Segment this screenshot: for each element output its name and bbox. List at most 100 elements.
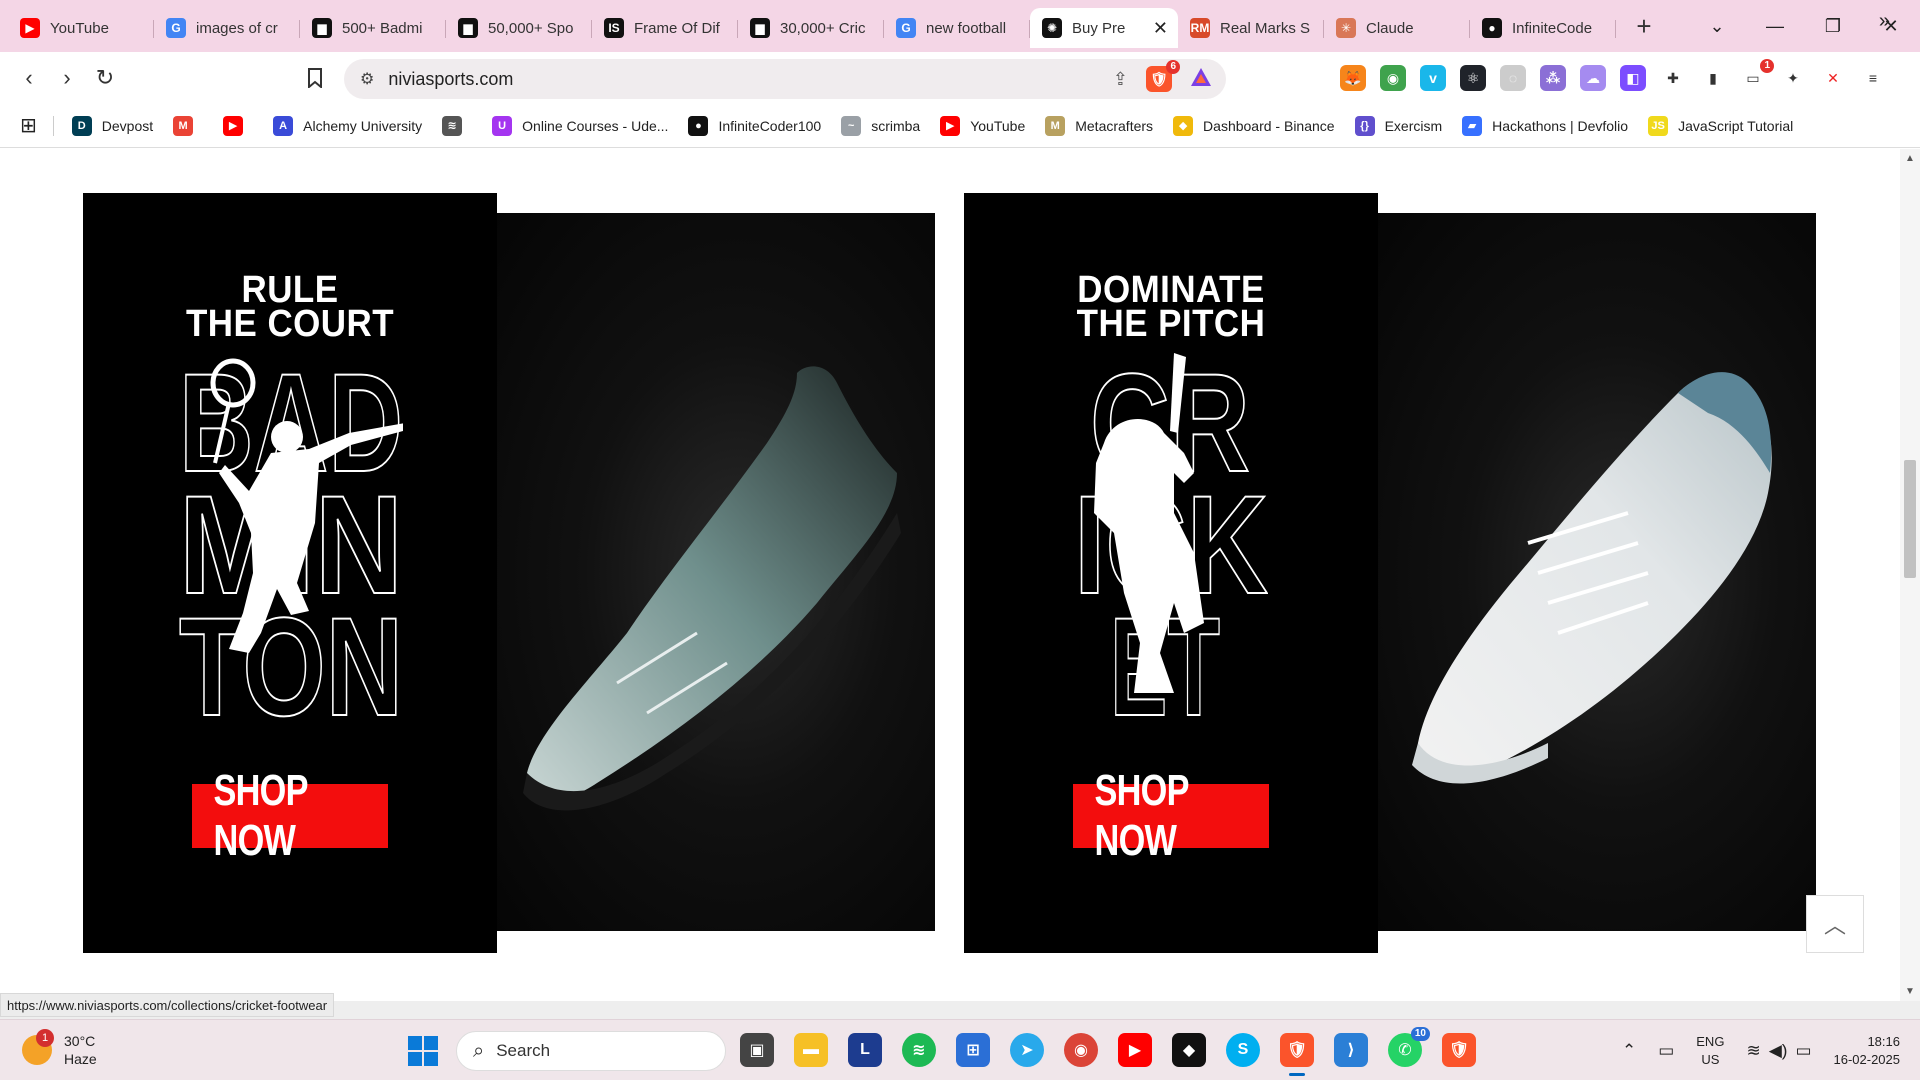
bookmark-item[interactable]: ▶ (223, 115, 253, 136)
clock[interactable]: 18:16 16-02-2025 (1834, 1033, 1901, 1069)
volume-icon[interactable]: ◀) (1769, 1041, 1788, 1061)
wallet-badge: 1 (1760, 59, 1774, 73)
status-bar-link-url: https://www.niviasports.com/collections/… (0, 993, 335, 1017)
close-tab-icon[interactable]: ✕ (1153, 18, 1168, 39)
clock-extension-icon[interactable]: ◌ (1500, 65, 1526, 91)
task-view-icon[interactable]: ▣ (740, 1033, 774, 1067)
bookmark-item[interactable]: ▶ YouTube (940, 115, 1025, 136)
battery-icon[interactable]: ▭ (1795, 1041, 1811, 1061)
scroll-to-top-button[interactable]: ︿ (1806, 895, 1864, 953)
menu-icon[interactable]: ≡ (1860, 65, 1886, 91)
bookmarks-divider (52, 115, 54, 136)
clock-time: 18:16 (1867, 1033, 1900, 1049)
tab-label: Claude (1366, 19, 1414, 37)
vpn-icon[interactable]: ✕ (1820, 65, 1846, 91)
brave-shields-icon[interactable]: 🛡 6 (1146, 60, 1180, 92)
youtube-app-icon[interactable]: ▶ (1118, 1033, 1152, 1067)
telegram-icon[interactable]: ➤ (1010, 1033, 1044, 1067)
bookmark-item[interactable]: ≋ (442, 115, 472, 136)
reload-icon[interactable]: ↻ (86, 59, 124, 97)
tab-search-icon[interactable]: ⌄ (1688, 16, 1746, 37)
bookmark-item[interactable]: ~ scrimba (841, 115, 920, 136)
wifi-icon[interactable]: ≋ (1746, 1041, 1760, 1061)
bookmark-item[interactable]: JS JavaScript Tutorial (1648, 115, 1793, 136)
share-icon[interactable]: ⇪ (1113, 69, 1128, 90)
bookmark-item[interactable]: M Metacrafters (1045, 115, 1153, 136)
cricket-banner[interactable]: DOMINATE THE PITCH CR ICK ET SHOP NOW (964, 193, 1378, 953)
bookmark-label: Hackathons | Devfolio (1492, 117, 1629, 134)
restore-button[interactable]: ❐ (1804, 16, 1862, 37)
frog-extension-icon[interactable]: ◉ (1380, 65, 1406, 91)
bookmarks-overflow-icon[interactable]: » (1879, 10, 1890, 33)
taskbar-search-box[interactable]: ⌕ Search (456, 1031, 726, 1071)
brave-browser-icon[interactable]: 🛡 (1280, 1033, 1314, 1076)
l-app-icon[interactable]: L (848, 1033, 882, 1067)
bookmark-item[interactable]: ▰ Hackathons | Devfolio (1462, 115, 1629, 136)
apps-grid-icon[interactable]: ⊞ (20, 113, 37, 138)
bookmark-extension-icon[interactable]: ◧ (1620, 65, 1646, 91)
tab-0[interactable]: ▶ YouTube (8, 8, 154, 48)
cricket-shoe-icon (1412, 372, 1772, 784)
microsoft-store-icon[interactable]: ⊞ (956, 1033, 990, 1067)
brave-rewards-icon[interactable] (1190, 67, 1212, 92)
bookmark-item[interactable]: M (173, 115, 203, 136)
site-info-icon[interactable]: ⚙ (360, 69, 374, 89)
url-text[interactable]: niviasports.com (388, 69, 513, 90)
github-icon: ● (1482, 18, 1502, 38)
bookmark-item[interactable]: U Online Courses - Ude... (492, 115, 668, 136)
tab-4[interactable]: IS Frame Of Dif (592, 8, 738, 48)
vimeo-icon[interactable]: v (1420, 65, 1446, 91)
tab-10[interactable]: ● InfiniteCode (1470, 8, 1616, 48)
vscode-icon[interactable]: ⟩ (1334, 1033, 1368, 1067)
bookmark-icon[interactable] (296, 59, 334, 97)
badminton-shop-now-button[interactable]: SHOP NOW (192, 766, 388, 865)
wallet-icon[interactable]: ▭ 1 (1740, 59, 1774, 91)
close-window-button[interactable]: ✕ (1862, 16, 1920, 37)
bookmark-item[interactable]: {} Exercism (1354, 115, 1442, 136)
tab-7[interactable]: ✺ Buy Pre ✕ (1030, 8, 1178, 48)
tab-9[interactable]: ✳ Claude (1324, 8, 1470, 48)
chrome-icon[interactable]: ◉ (1064, 1033, 1098, 1067)
badminton-banner[interactable]: RULE THE COURT BAD MIN TON SHOP NOW (83, 193, 497, 953)
tab-1[interactable]: Gimages of cr (154, 8, 300, 48)
scroll-up-arrow-icon[interactable]: ▲ (1905, 153, 1915, 164)
spotify-icon[interactable]: ≋ (902, 1033, 936, 1067)
react-devtools-icon[interactable]: ⚛ (1460, 65, 1486, 91)
back-icon[interactable]: ‹ (10, 59, 48, 97)
bookmark-item[interactable]: D Devpost (71, 115, 153, 136)
scroll-down-arrow-icon[interactable]: ▼ (1905, 986, 1915, 997)
skype-icon[interactable]: S (1226, 1033, 1260, 1067)
minimize-button[interactable]: — (1746, 16, 1804, 37)
keyboard-icon[interactable]: ▭ (1658, 1041, 1674, 1061)
address-bar[interactable]: ⚙ niviasports.com ⇪ 🛡 6 (344, 59, 1226, 99)
whatsapp-icon[interactable]: ✆ 10 (1388, 1027, 1430, 1067)
tab-6[interactable]: Gnew football (884, 8, 1030, 48)
tab-3[interactable]: ▆ 50,000+ Spo (446, 8, 592, 48)
roblox-icon[interactable]: ◆ (1172, 1033, 1206, 1067)
weather-widget[interactable]: 1 30°C Haze (22, 1029, 97, 1068)
language-indicator[interactable]: ENG US (1696, 1033, 1724, 1069)
metamask-icon[interactable]: 🦊 (1340, 65, 1366, 91)
leo-ai-icon[interactable]: ✦ (1780, 65, 1806, 91)
cloud-extension-icon[interactable]: ☁ (1580, 65, 1606, 91)
grid-extension-icon[interactable]: ⁂ (1540, 65, 1566, 91)
chevron-up-tray-icon[interactable]: ⌃ (1622, 1041, 1636, 1061)
tab-5[interactable]: ▆ 30,000+ Cric (738, 8, 884, 48)
start-button[interactable] (408, 1036, 438, 1071)
new-tab-button[interactable]: + (1624, 6, 1664, 46)
cricket-shop-now-button[interactable]: SHOP NOW (1073, 766, 1269, 865)
brave-nightly-icon[interactable]: 🛡 (1442, 1033, 1476, 1067)
sidebar-icon[interactable]: ▮ (1700, 65, 1726, 91)
extensions-puzzle-icon[interactable]: ✚ (1660, 65, 1686, 91)
tab-2[interactable]: ▆ 500+ Badmi (300, 8, 446, 48)
bookmark-item[interactable]: ◆ Dashboard - Binance (1173, 115, 1335, 136)
badminton-word-art: BAD MIN TON (179, 353, 403, 723)
forward-icon[interactable]: › (48, 59, 86, 97)
tab-label: 50,000+ Spo (488, 19, 574, 37)
tab-label: YouTube (50, 19, 109, 37)
file-explorer-icon[interactable]: ▬ (794, 1033, 828, 1067)
tab-8[interactable]: RM Real Marks S (1178, 8, 1324, 48)
bookmark-item[interactable]: ● InfiniteCoder100 (688, 115, 821, 136)
bookmark-item[interactable]: A Alchemy University (273, 115, 422, 136)
scrollbar-thumb[interactable] (1904, 460, 1916, 578)
